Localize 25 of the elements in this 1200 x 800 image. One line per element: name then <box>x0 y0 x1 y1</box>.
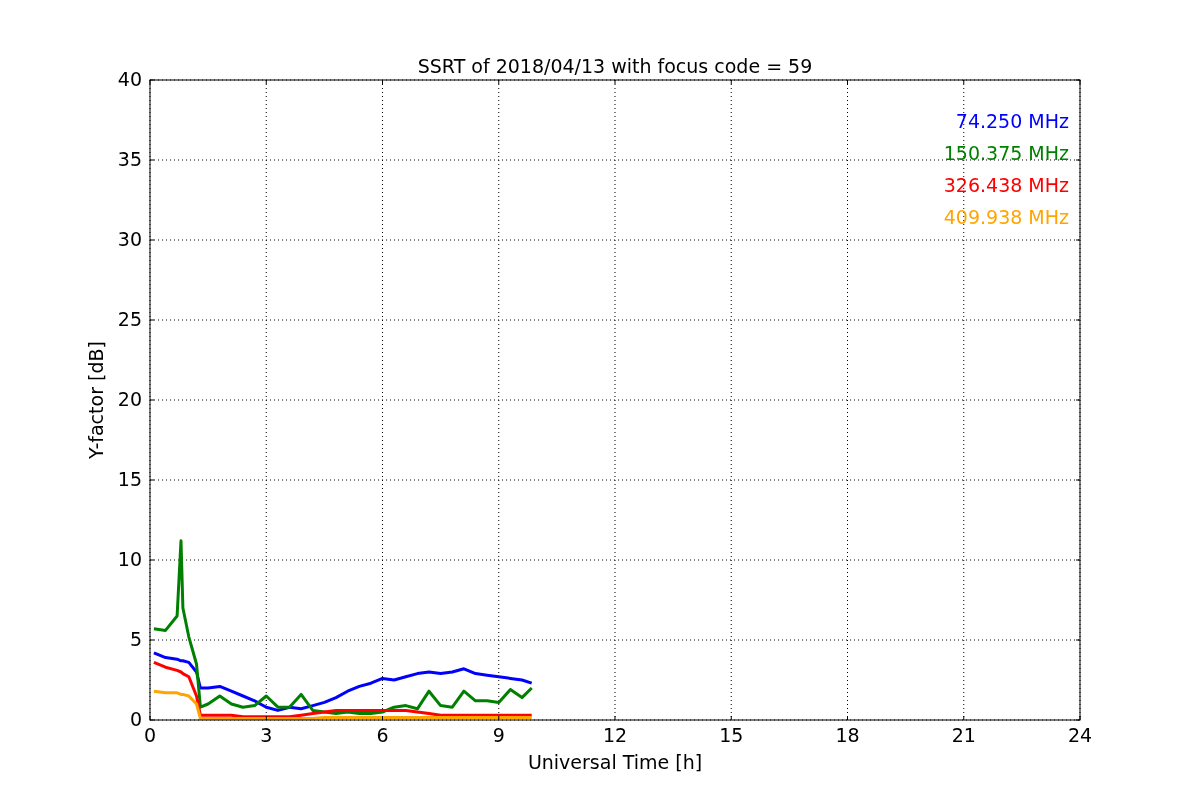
chart-title: SSRT of 2018/04/13 with focus code = 59 <box>417 55 813 77</box>
tick-label: 35 <box>117 148 142 170</box>
tick-label: 15 <box>719 724 744 746</box>
tick-label: 0 <box>129 708 142 730</box>
tick-label: 30 <box>117 228 142 250</box>
tick-label: 24 <box>1067 724 1093 746</box>
tick-label: 20 <box>117 388 142 410</box>
tick-label: 0 <box>143 724 157 746</box>
tick-label: 3 <box>260 724 273 746</box>
tick-label: 6 <box>376 724 389 746</box>
tick-label: 12 <box>602 724 628 746</box>
x-axis-label: Universal Time [h] <box>527 751 703 773</box>
tick-label: 40 <box>117 68 142 90</box>
y-axis-label: Y-factor [dB] <box>85 341 107 459</box>
tick-label: 25 <box>117 308 142 330</box>
legend-label: 409.938 MHz <box>943 206 1069 228</box>
legend-label: 150.375 MHz <box>943 142 1069 164</box>
legend-label: 74.250 MHz <box>955 110 1069 132</box>
tick-label: 18 <box>835 724 860 746</box>
tick-label: 5 <box>129 628 142 650</box>
tick-label: 9 <box>492 724 505 746</box>
tick-label: 21 <box>951 724 976 746</box>
tick-label: 10 <box>117 548 142 570</box>
tick-label: 15 <box>117 468 142 490</box>
legend-label: 326.438 MHz <box>943 174 1069 196</box>
